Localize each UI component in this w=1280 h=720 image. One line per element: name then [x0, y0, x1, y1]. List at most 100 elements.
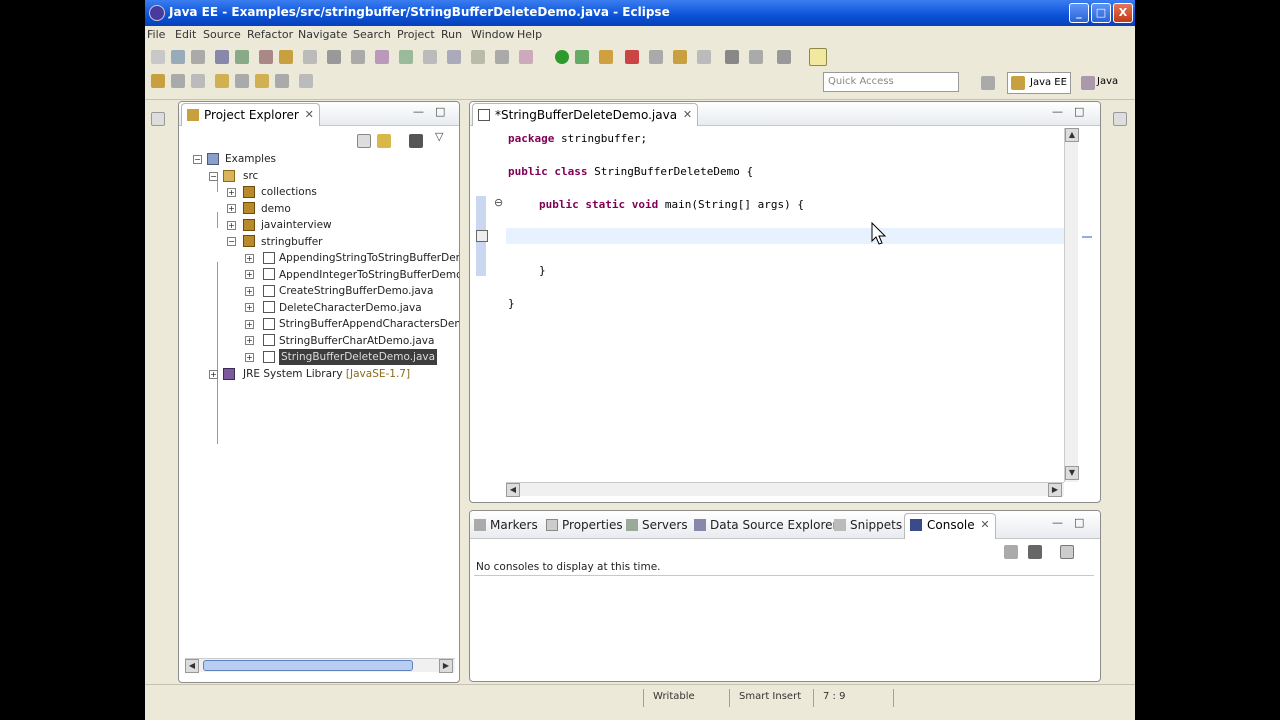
tree-jre-library[interactable]: JRE System Library [JavaSE-1.7] [243, 366, 410, 382]
tool-icon-7[interactable] [649, 50, 663, 64]
tool-icon-12[interactable] [777, 50, 791, 64]
maximize-icon[interactable]: □ [1074, 516, 1084, 529]
tree-file[interactable]: AppendingStringToStringBufferDemo [279, 250, 459, 266]
fold-toggle-icon[interactable]: ⊖ [494, 196, 503, 209]
run-dropdown-icon[interactable] [575, 50, 589, 64]
code-line-2[interactable]: public class StringBufferDeleteDemo { [508, 165, 753, 178]
last-edit-icon[interactable] [299, 74, 313, 88]
expand-toggle[interactable]: + [245, 287, 254, 296]
tree-file-selected[interactable]: StringBufferDeleteDemo.java [279, 349, 438, 365]
tree-file[interactable]: StringBufferAppendCharactersDemo [279, 316, 459, 332]
tab-console[interactable]: Console ✕ [904, 513, 996, 539]
nav-icon-2[interactable] [171, 74, 185, 88]
menu-refactor[interactable]: Refactor [247, 28, 293, 41]
external-tools-icon[interactable] [599, 50, 613, 64]
tree-package-stringbuffer[interactable]: stringbuffer [261, 234, 322, 250]
forward-dropdown-icon[interactable] [275, 74, 289, 88]
view-menu-icon[interactable] [409, 134, 423, 148]
right-restore-icon[interactable] [1113, 112, 1127, 126]
display-console-icon[interactable] [1028, 545, 1042, 559]
minimize-button[interactable]: _ [1069, 3, 1089, 23]
tool-icon-8[interactable] [673, 50, 687, 64]
maximize-button[interactable]: □ [1091, 3, 1111, 23]
maximize-icon[interactable]: □ [435, 105, 445, 118]
minimize-icon[interactable]: — [413, 105, 424, 118]
code-line-1[interactable]: package stringbuffer; [508, 132, 647, 145]
expand-toggle[interactable]: + [209, 370, 218, 379]
back-arrow-icon[interactable] [215, 74, 229, 88]
expand-toggle[interactable]: + [227, 204, 236, 213]
tool-icon-5[interactable] [495, 50, 509, 64]
view-menu-chevron-icon[interactable]: ▽ [435, 130, 443, 143]
tab-servers[interactable]: Servers [626, 516, 688, 534]
menu-edit[interactable]: Edit [175, 28, 196, 41]
tab-markers[interactable]: Markers [474, 516, 538, 534]
new-icon[interactable] [151, 50, 165, 64]
vertical-scrollbar[interactable]: ▲ ▼ [1064, 128, 1079, 482]
tool-icon-11[interactable] [749, 50, 763, 64]
tool-icon-4[interactable] [471, 50, 485, 64]
tree-package-collections[interactable]: collections [261, 184, 317, 200]
highlight-icon[interactable] [809, 48, 827, 66]
expand-toggle[interactable]: − [193, 155, 202, 164]
new-console-icon[interactable] [1060, 545, 1074, 559]
scroll-left-icon[interactable]: ◀ [185, 659, 199, 673]
tree-file[interactable]: DeleteCharacterDemo.java [279, 300, 422, 316]
code-line-5[interactable]: } [508, 297, 515, 310]
close-icon[interactable]: ✕ [305, 104, 314, 126]
expand-toggle[interactable]: − [227, 237, 236, 246]
collapse-all-icon[interactable] [357, 134, 371, 148]
code-line-4[interactable]: } [539, 264, 546, 277]
close-button[interactable]: X [1113, 3, 1133, 23]
refresh-icon[interactable] [375, 50, 389, 64]
expand-toggle[interactable]: + [245, 270, 254, 279]
build-icon[interactable] [259, 50, 273, 64]
menu-project[interactable]: Project [397, 28, 435, 41]
menu-navigate[interactable]: Navigate [298, 28, 347, 41]
menu-window[interactable]: Window [471, 28, 514, 41]
close-icon[interactable]: ✕ [683, 104, 692, 126]
menu-file[interactable]: File [147, 28, 165, 41]
tool-icon-9[interactable] [697, 50, 711, 64]
tool-icon-2[interactable] [423, 50, 437, 64]
scroll-right-icon[interactable]: ▶ [439, 659, 453, 673]
menu-help[interactable]: Help [517, 28, 542, 41]
save-icon[interactable] [171, 50, 185, 64]
wizard-icon[interactable] [303, 50, 317, 64]
scroll-left-icon[interactable]: ◀ [506, 483, 520, 497]
expand-toggle[interactable]: + [245, 320, 254, 329]
expand-toggle[interactable]: + [227, 221, 236, 230]
code-line-3[interactable]: public static void main(String[] args) { [539, 198, 804, 211]
editor-tab[interactable]: *StringBufferDeleteDemo.java ✕ [472, 103, 699, 126]
tree-project-examples[interactable]: Examples [225, 151, 276, 167]
quick-access-input[interactable]: Quick Access [823, 72, 959, 92]
forward-arrow-icon[interactable] [255, 74, 269, 88]
tree-file[interactable]: StringBufferCharAtDemo.java [279, 333, 434, 349]
nav-icon-1[interactable] [151, 74, 165, 88]
tab-data-source-explorer[interactable]: Data Source Explorer [694, 516, 837, 534]
debug-run-icon[interactable] [625, 50, 639, 64]
package-icon[interactable] [279, 50, 293, 64]
search-icon[interactable] [351, 50, 365, 64]
expand-toggle[interactable]: + [245, 353, 254, 362]
nav-icon-3[interactable] [191, 74, 205, 88]
tree-package-javainterview[interactable]: javainterview [261, 217, 332, 233]
editor-horizontal-scrollbar[interactable]: ◀ ▶ [506, 482, 1064, 497]
maximize-icon[interactable]: □ [1074, 105, 1084, 118]
tool-icon[interactable] [399, 50, 413, 64]
close-icon[interactable]: ✕ [980, 514, 989, 536]
menu-run[interactable]: Run [441, 28, 462, 41]
link-editor-icon[interactable] [377, 134, 391, 148]
horizontal-scrollbar[interactable]: ◀ ▶ [185, 658, 455, 673]
server-icon[interactable] [235, 50, 249, 64]
tree-file[interactable]: AppendIntegerToStringBufferDemo.j [279, 267, 459, 283]
quick-fix-icon[interactable] [476, 230, 488, 242]
scroll-thumb[interactable] [203, 660, 413, 671]
title-bar[interactable]: Java EE - Examples/src/stringbuffer/Stri… [145, 0, 1135, 26]
expand-toggle[interactable]: + [227, 188, 236, 197]
open-type-icon[interactable] [327, 50, 341, 64]
menu-source[interactable]: Source [203, 28, 241, 41]
minimize-icon[interactable]: — [1052, 105, 1063, 118]
tab-properties[interactable]: Properties [546, 516, 623, 534]
expand-toggle[interactable]: − [209, 172, 218, 181]
